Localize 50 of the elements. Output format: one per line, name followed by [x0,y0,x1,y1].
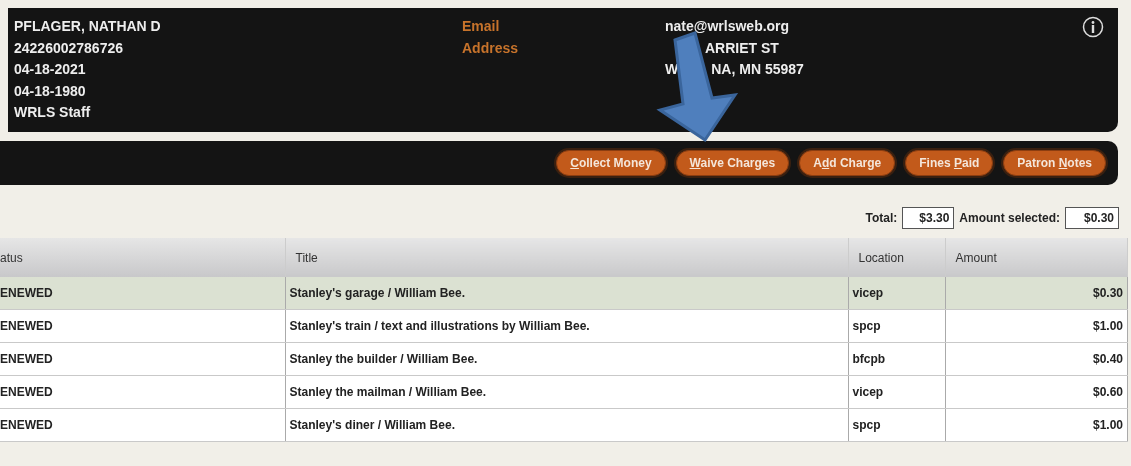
column-header[interactable]: atus [0,238,285,277]
fine-row[interactable]: ENEWED Stanley's train / text and illustrations by William Bee. spcp $1.00 [0,309,1128,343]
patron-detail: WRLS Staff [14,103,92,122]
patron-detail: 24226002786726 [14,38,124,58]
toolbar-button[interactable]: Fines Paid [905,150,994,176]
amount-cell: $0.40 [945,342,1128,376]
info-icon[interactable] [1082,16,1104,38]
field-value: nate@wrlsweb.org [665,17,790,36]
title-cell: Stanley the mailman / William Bee. [285,375,848,409]
title-cell: Stanley's diner / William Bee. [285,408,848,442]
status-cell: ENEWED [0,309,285,343]
amount-cell: $0.30 [945,277,1128,310]
field-value: ARRIET ST [705,38,779,58]
location-cell: spcp [848,309,945,343]
amount-cell: $0.60 [945,375,1128,409]
location-cell: vicep [848,375,945,409]
amount-cell: $1.00 [945,309,1128,343]
title-cell: Stanley's train / text and illustrations by William Bee. [285,309,848,343]
patron-detail: 04-18-1980 [14,81,87,101]
patron-detail: 04-18-2021 [14,60,87,79]
total-field: $3.30 [902,207,955,229]
status-cell: ENEWED [0,375,285,409]
amount-selected-field: $0.30 [1065,207,1119,229]
status-cell: ENEWED [0,408,285,442]
fine-row[interactable]: ENEWED Stanley the mailman / William Bee. vicep $0.60 [0,375,1128,409]
field-value: NA, MN 55987 [711,60,804,79]
title-cell: Stanley the builder / William Bee. [285,342,848,376]
toolbar-button[interactable]: Waive Charges [675,150,790,176]
column-header[interactable]: Title [285,238,848,277]
fine-row[interactable]: ENEWED Stanley's diner / William Bee. spcp $1.00 [0,408,1128,442]
fine-row[interactable]: ENEWED Stanley's garage / William Bee. vicep $0.30 [0,277,1128,310]
column-header[interactable]: Amount [945,238,1128,277]
toolbar-button[interactable]: Patron Notes [1003,150,1106,176]
field-label: Address [462,38,520,58]
toolbar-button[interactable]: Collect Money [556,150,666,176]
amount-cell: $1.00 [945,408,1128,442]
toolbar-button[interactable]: Add Charge [799,150,896,176]
field-label: Email [462,17,501,36]
location-cell: vicep [848,277,945,310]
location-cell: spcp [848,408,945,442]
status-cell: ENEWED [0,277,285,310]
title-cell: Stanley's garage / William Bee. [285,277,848,310]
patron-detail: PFLAGER, NATHAN D [14,17,162,36]
location-cell: bfcpb [848,342,945,376]
column-header[interactable]: Location [848,238,945,277]
field-value: W [665,60,679,79]
fine-row[interactable]: ENEWED Stanley the builder / William Bee. bfcpb $0.40 [0,342,1128,376]
total-label: Total: [865,211,898,225]
status-cell: ENEWED [0,342,285,376]
amount-selected-label: Amount selected: [959,211,1060,225]
